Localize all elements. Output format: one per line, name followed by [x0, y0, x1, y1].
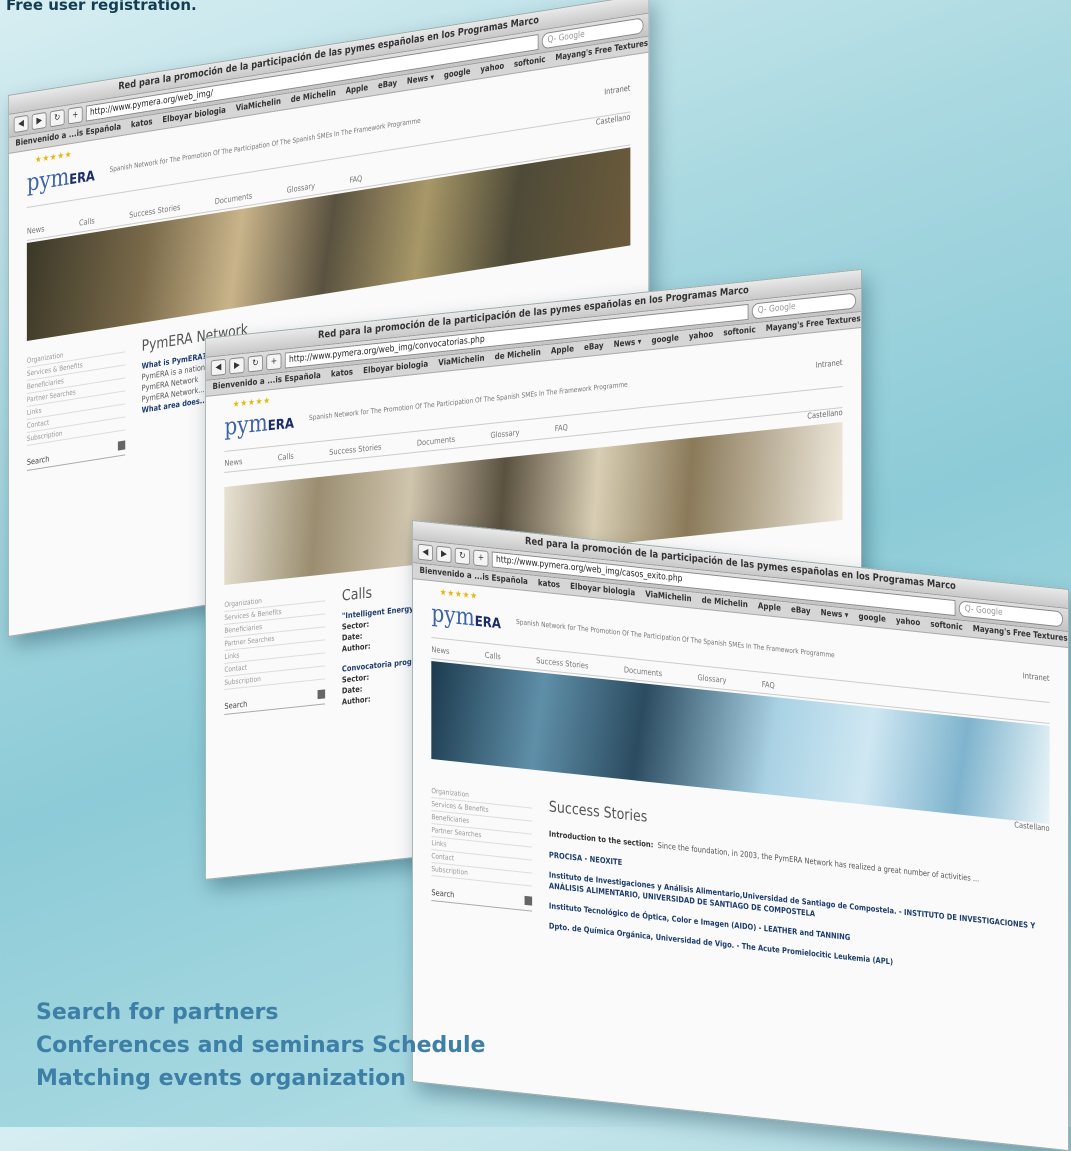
forward-button[interactable]: ▶: [436, 545, 452, 564]
bookmark-item[interactable]: eBay: [584, 339, 604, 356]
menu-item[interactable]: News: [431, 642, 449, 660]
menu-item[interactable]: FAQ: [555, 420, 568, 437]
add-bookmark-button[interactable]: +: [266, 352, 282, 371]
top-caption: Free user registration.: [6, 0, 197, 14]
menu-item[interactable]: Calls: [278, 449, 294, 467]
bookmark-item[interactable]: katos: [538, 576, 560, 593]
add-bookmark-button[interactable]: +: [473, 549, 489, 568]
menu-item[interactable]: News: [27, 221, 45, 240]
back-button[interactable]: ◀: [417, 543, 433, 562]
menu-item[interactable]: Documents: [215, 188, 252, 210]
reload-button[interactable]: ↻: [49, 109, 65, 128]
menu-item[interactable]: News: [224, 454, 242, 472]
menu-item[interactable]: FAQ: [762, 677, 775, 694]
search-button[interactable]: [524, 895, 533, 906]
back-button[interactable]: ◀: [13, 114, 29, 134]
bookmark-item[interactable]: google: [858, 610, 885, 628]
menu-item[interactable]: Glossary: [287, 178, 315, 198]
bookmark-item[interactable]: eBay: [378, 76, 397, 94]
bookmark-item[interactable]: yahoo: [689, 328, 713, 346]
feature-list: Search for partners Conferences and semi…: [36, 996, 485, 1095]
menu-item[interactable]: Success Stories: [536, 653, 588, 675]
bookmark-item[interactable]: google: [651, 331, 678, 349]
bookmark-item[interactable]: yahoo: [896, 614, 920, 632]
menu-item[interactable]: Calls: [485, 648, 501, 666]
pymera-logo[interactable]: ★★★★★ pymERA: [224, 396, 294, 441]
menu-item[interactable]: FAQ: [349, 171, 362, 189]
menu-item[interactable]: Glossary: [490, 425, 519, 444]
search-label: Search: [431, 888, 455, 900]
back-button[interactable]: ◀: [210, 358, 226, 377]
bookmark-item[interactable]: News ▾: [821, 606, 849, 624]
menu-item[interactable]: Documents: [624, 662, 662, 682]
search-button[interactable]: [117, 440, 126, 451]
intro-label: Introduction to the section:: [548, 829, 654, 850]
sidebar: Organization Services & Benefits Benefic…: [431, 785, 533, 939]
forward-button[interactable]: ▶: [229, 356, 245, 375]
intranet-link[interactable]: Intranet: [816, 357, 843, 369]
menu-item[interactable]: Calls: [79, 213, 95, 231]
feature-item: Search for partners: [36, 1000, 279, 1025]
reload-button[interactable]: ↻: [247, 354, 263, 373]
web-page: ★★★★★ pymERA Spanish Network for The Prom…: [413, 579, 1068, 1003]
intranet-link[interactable]: Intranet: [604, 83, 630, 96]
add-bookmark-button[interactable]: +: [67, 106, 83, 125]
forward-button[interactable]: ▶: [31, 111, 47, 131]
sidebar: Organization Services & Benefits Benefic…: [26, 339, 126, 472]
pymera-logo[interactable]: ★★★★★ pymERA: [431, 588, 501, 634]
bookmark-item[interactable]: News ▾: [614, 335, 642, 353]
search-label: Search: [26, 454, 50, 468]
bookmark-item[interactable]: eBay: [791, 603, 811, 620]
intranet-link[interactable]: Intranet: [1023, 671, 1050, 683]
browser-window-3: Red para la promoción de la participació…: [412, 520, 1069, 1151]
bookmark-item[interactable]: katos: [331, 365, 353, 382]
bookmark-item[interactable]: Apple: [551, 342, 574, 359]
search-button[interactable]: [317, 689, 326, 700]
pymera-logo[interactable]: ★★★★★ pymERA: [27, 150, 95, 197]
menu-item[interactable]: Glossary: [697, 670, 726, 689]
bookmark-item[interactable]: Apple: [758, 599, 781, 616]
reload-button[interactable]: ↻: [454, 547, 470, 566]
sidebar: Organization Services & Benefits Benefic…: [224, 588, 326, 729]
search-label: Search: [224, 699, 248, 711]
feature-item: Conferences and seminars Schedule: [36, 1033, 486, 1058]
feature-item: Matching events organization: [36, 1066, 406, 1091]
